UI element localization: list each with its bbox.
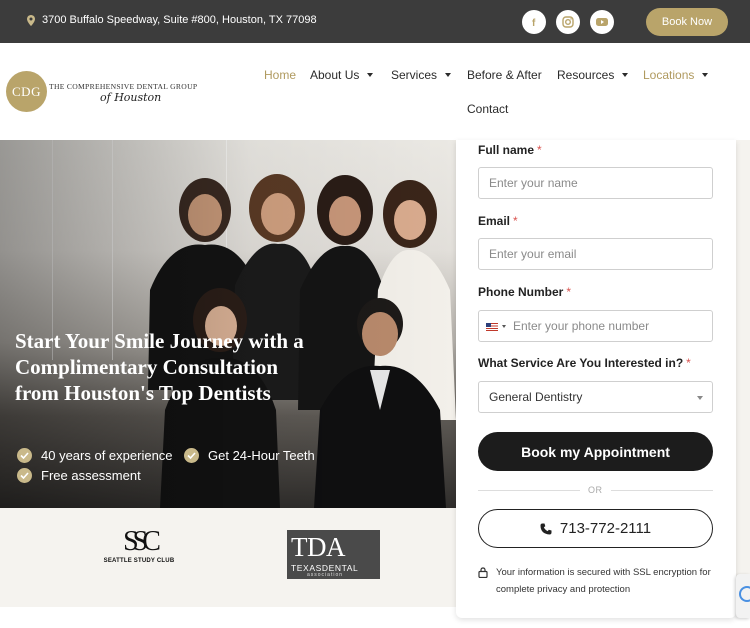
service-label-text: What Service Are You Interested in? xyxy=(478,356,684,370)
chevron-down-icon xyxy=(367,73,374,77)
chevron-down-icon xyxy=(445,73,452,77)
logo-text: THE COMPREHENSIVE DENTAL GROUP xyxy=(49,82,198,91)
nav-contact-label: Contact xyxy=(467,102,509,116)
address-text: 3700 Buffalo Speedway, Suite #800, Houst… xyxy=(42,14,317,26)
appointment-form: Full name* Email* Phone Number* What Ser… xyxy=(456,140,736,618)
phone-field xyxy=(478,310,713,342)
site-logo[interactable]: CDG THE COMPREHENSIVE DENTAL GROUP of Ho… xyxy=(6,71,216,115)
feature-label: Free assessment xyxy=(41,468,141,483)
nav-locations-label: Locations xyxy=(643,68,695,82)
phone-input[interactable] xyxy=(513,311,711,341)
service-select-value: General Dentistry xyxy=(489,390,583,404)
service-label: What Service Are You Interested in? * xyxy=(478,356,691,370)
book-now-button[interactable]: Book Now xyxy=(646,8,728,36)
call-button[interactable]: 713-772-2111 xyxy=(478,509,713,548)
seattle-study-club-logo: SSC SEATTLE STUDY CLUB xyxy=(100,528,178,582)
chevron-down-icon xyxy=(697,396,703,400)
top-bar: 3700 Buffalo Speedway, Suite #800, Houst… xyxy=(0,0,750,43)
facebook-icon[interactable]: f xyxy=(522,10,546,34)
or-text: OR xyxy=(588,485,603,495)
nav-home[interactable]: Home xyxy=(264,68,296,82)
location-pin-icon xyxy=(27,14,35,26)
recaptcha-badge[interactable] xyxy=(736,574,750,618)
lock-icon xyxy=(478,567,488,578)
divider-line xyxy=(478,490,580,491)
feature-experience: 40 years of experience xyxy=(17,448,173,463)
required-mark: * xyxy=(566,285,572,299)
nav-about-us[interactable]: About Us xyxy=(310,68,374,82)
security-note: Your information is secured with SSL enc… xyxy=(478,564,718,598)
logo-monogram: CDG xyxy=(6,71,47,112)
required-mark: * xyxy=(513,214,518,228)
security-text: Your information is secured with SSL enc… xyxy=(496,567,711,595)
nav-services[interactable]: Services xyxy=(391,68,452,82)
nav-services-label: Services xyxy=(391,68,438,82)
check-icon xyxy=(17,468,32,483)
book-appointment-button[interactable]: Book my Appointment xyxy=(478,432,713,471)
feature-label: 40 years of experience xyxy=(41,448,173,463)
chevron-down-icon xyxy=(622,73,629,77)
header: CDG THE COMPREHENSIVE DENTAL GROUP of Ho… xyxy=(0,43,750,140)
feature-24-hour-teeth: Get 24-Hour Teeth xyxy=(184,448,315,463)
nav-resources[interactable]: Resources xyxy=(557,68,629,82)
divider-line xyxy=(611,490,713,491)
required-mark: * xyxy=(537,143,542,157)
youtube-icon[interactable] xyxy=(590,10,614,34)
texas-dental-association-logo: TDA TEXASDENTAL association xyxy=(287,530,380,579)
email-input[interactable] xyxy=(478,238,713,270)
logo-script: of Houston xyxy=(100,91,162,104)
required-mark: * xyxy=(686,356,691,370)
tda-monogram: TDA xyxy=(291,532,346,562)
chevron-down-icon xyxy=(702,73,709,77)
nav-locations[interactable]: Locations xyxy=(643,68,709,82)
nav-before-after[interactable]: Before & After xyxy=(467,68,542,82)
address: 3700 Buffalo Speedway, Suite #800, Houst… xyxy=(27,14,317,26)
tda-subtitle: association xyxy=(307,572,344,578)
full-name-input[interactable] xyxy=(478,167,713,199)
ssc-monogram: SSC xyxy=(123,526,161,557)
us-flag-icon[interactable] xyxy=(486,323,498,331)
check-icon xyxy=(17,448,32,463)
email-label-text: Email xyxy=(478,214,511,228)
full-name-label: Full name * xyxy=(478,143,542,157)
feature-label: Get 24-Hour Teeth xyxy=(208,448,315,463)
service-select[interactable]: General Dentistry xyxy=(478,381,713,413)
instagram-icon[interactable] xyxy=(556,10,580,34)
nav-about-us-label: About Us xyxy=(310,68,360,82)
phone-icon xyxy=(540,523,552,534)
hero-section: Start Your Smile Journey with a Complime… xyxy=(0,140,456,508)
feature-free-assessment: Free assessment xyxy=(17,468,141,483)
phone-number: 713-772-2111 xyxy=(559,520,652,537)
or-divider: OR xyxy=(478,485,713,497)
chevron-down-icon[interactable] xyxy=(502,325,506,328)
nav-contact[interactable]: Contact xyxy=(467,102,508,116)
phone-label: Phone Number * xyxy=(478,285,571,299)
svg-text:f: f xyxy=(532,18,536,27)
ssc-name: SEATTLE STUDY CLUB xyxy=(103,558,175,564)
nav-resources-label: Resources xyxy=(557,68,615,82)
check-icon xyxy=(184,448,199,463)
hero-title: Start Your Smile Journey with a Complime… xyxy=(15,329,304,405)
phone-label-text: Phone Number xyxy=(478,285,564,299)
full-name-label-text: Full name xyxy=(478,143,535,157)
nav-home-label: Home xyxy=(264,68,297,82)
nav-before-after-label: Before & After xyxy=(467,68,542,82)
email-label: Email * xyxy=(478,214,518,228)
